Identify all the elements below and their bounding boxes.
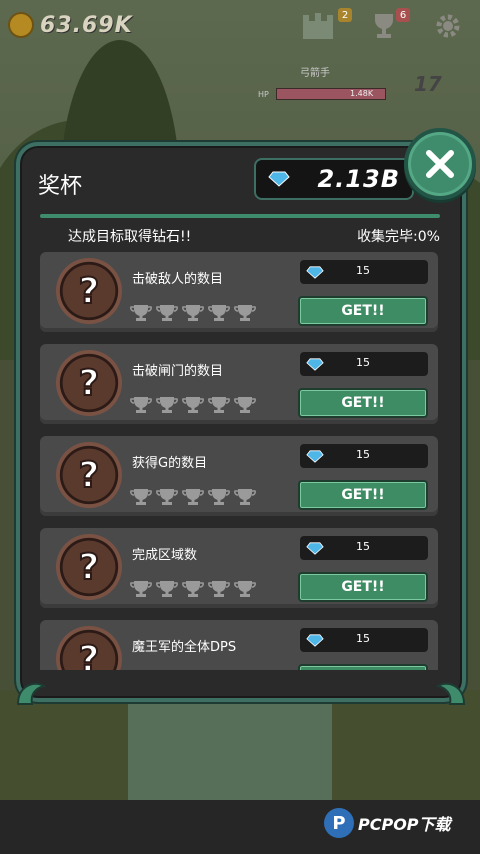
diamond-total: 2.13B — [317, 165, 400, 193]
watermark-text: PCPOP下载 — [358, 815, 451, 834]
achievement-list[interactable]: ? 击破敌人的数目 15 GET!!? 击破闸门的数目 15 GET!!? 获得G的数目 15 G… — [40, 252, 440, 670]
achievement-row: ? 获得G的数目 15 GET!! — [40, 436, 438, 516]
cup-icon — [208, 396, 230, 418]
panel-divider — [40, 214, 440, 218]
castle-icon[interactable] — [300, 8, 336, 44]
trophy-tier-row — [130, 580, 256, 602]
enemy-hp-value: 1.48K — [350, 89, 374, 98]
trophy-tier-row — [130, 304, 256, 326]
ornament-left-icon — [16, 682, 47, 705]
cup-icon — [182, 304, 204, 326]
reward-box: 15 — [300, 628, 428, 652]
cup-icon — [208, 580, 230, 602]
locked-medal-icon: ? — [56, 626, 122, 670]
reward-box: 15 — [300, 352, 428, 376]
coin-icon — [8, 12, 34, 38]
panel-title: 奖杯 — [38, 174, 83, 199]
hp-label: HP — [258, 90, 269, 99]
diamond-icon — [306, 541, 324, 555]
enemy-name: 弓箭手 — [300, 68, 330, 79]
cup-icon — [234, 304, 256, 326]
watermark-logo: P — [324, 808, 354, 838]
diamond-icon — [306, 449, 324, 463]
gear-icon[interactable] — [430, 8, 466, 44]
cup-icon — [234, 396, 256, 418]
locked-medal-icon: ? — [56, 534, 122, 600]
stage-number: 17 — [414, 72, 442, 96]
cup-icon — [130, 580, 152, 602]
achievement-title: 完成区域数 — [132, 548, 198, 563]
trophy-tier-row — [130, 396, 256, 418]
cup-icon — [234, 488, 256, 510]
cup-icon — [130, 304, 152, 326]
achievement-title: 获得G的数目 — [132, 456, 208, 471]
achievement-row: ? 击破敌人的数目 15 GET!! — [40, 252, 438, 332]
reward-box: 15 — [300, 444, 428, 468]
cup-icon — [182, 488, 204, 510]
collection-progress: 收集完毕:0% — [357, 229, 440, 245]
reward-value: 15 — [356, 540, 370, 553]
reward-value: 15 — [356, 356, 370, 369]
cup-icon — [130, 488, 152, 510]
locked-medal-icon: ? — [56, 442, 122, 508]
cup-icon — [156, 304, 178, 326]
reward-box: 15 — [300, 536, 428, 560]
reward-box: 15 — [300, 260, 428, 284]
cup-icon — [234, 580, 256, 602]
ornament-right-icon — [435, 682, 466, 705]
cup-icon — [130, 396, 152, 418]
castle-badge: 2 — [338, 8, 352, 22]
get-reward-button[interactable]: GET!! — [298, 388, 428, 418]
cup-icon — [208, 488, 230, 510]
achievement-row: ? 击破闸门的数目 15 GET!! — [40, 344, 438, 424]
cup-icon — [156, 580, 178, 602]
diamond-total-box: 2.13B — [254, 158, 414, 200]
locked-medal-icon: ? — [56, 350, 122, 416]
trophy-tier-row — [130, 488, 256, 510]
get-reward-button[interactable]: GET!! — [298, 572, 428, 602]
cup-icon — [182, 396, 204, 418]
watermark: P PCPOP下载 — [324, 808, 451, 838]
achievement-title: 击破敌人的数目 — [132, 272, 224, 287]
cup-icon — [182, 580, 204, 602]
cup-icon — [156, 488, 178, 510]
get-reward-button[interactable]: GET!! — [298, 296, 428, 326]
close-icon — [426, 150, 454, 178]
locked-medal-icon: ? — [56, 258, 122, 324]
diamond-icon — [306, 357, 324, 371]
achievement-row: ? 魔王军的全体DPS 15 GET!! — [40, 620, 438, 670]
cup-icon — [156, 396, 178, 418]
reward-value: 15 — [356, 448, 370, 461]
reward-value: 15 — [356, 264, 370, 277]
achievement-title: 击破闸门的数目 — [132, 364, 224, 379]
gold-counter: 63.69K — [8, 12, 133, 38]
get-reward-button[interactable]: GET!! — [298, 480, 428, 510]
diamond-icon — [306, 265, 324, 279]
cup-icon — [208, 304, 230, 326]
achievement-row: ? 完成区域数 15 GET!! — [40, 528, 438, 608]
get-reward-button[interactable]: GET!! — [298, 664, 428, 670]
panel-subtitle: 达成目标取得钻石!! — [68, 229, 192, 245]
reward-value: 15 — [356, 632, 370, 645]
achievement-title: 魔王军的全体DPS — [132, 640, 237, 655]
trophy-badge: 6 — [396, 8, 410, 22]
close-button[interactable] — [404, 128, 476, 200]
diamond-icon — [268, 171, 290, 187]
diamond-icon — [306, 633, 324, 647]
gold-value: 63.69K — [40, 12, 133, 38]
